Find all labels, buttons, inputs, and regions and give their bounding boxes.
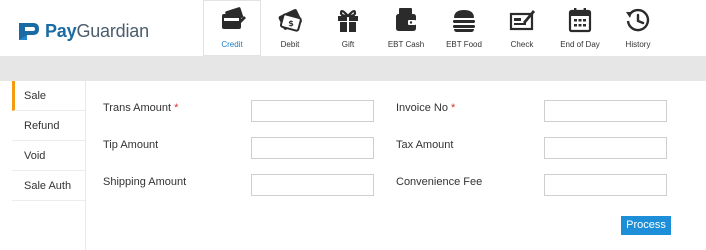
transaction-type-tabs: Credit $ Debit Gift EBT Cash EBT Food Ch… <box>203 0 667 56</box>
toolbar-strip <box>0 56 706 81</box>
tab-gift[interactable]: Gift <box>319 0 377 56</box>
debit-card-icon: $ <box>278 9 302 32</box>
shipping-amount-label: Shipping Amount <box>103 176 187 188</box>
check-icon <box>509 10 535 31</box>
ebt-cash-icon <box>396 8 416 31</box>
tab-label: EBT Food <box>446 40 482 49</box>
convenience-fee-input[interactable] <box>544 174 667 196</box>
required-indicator: * <box>174 102 179 114</box>
trans-amount-input[interactable] <box>251 100 374 122</box>
tab-label: Debit <box>280 40 300 49</box>
logo-mark-icon <box>19 23 39 40</box>
sidebar-item-void[interactable]: Void <box>12 141 85 171</box>
svg-text:$: $ <box>288 19 294 28</box>
calendar-icon <box>568 8 592 33</box>
invoice-no-label: Invoice No * <box>396 102 456 114</box>
sidebar-item-label: Void <box>24 150 46 162</box>
sidebar-item-sale-auth[interactable]: Sale Auth <box>12 171 85 201</box>
gift-icon <box>338 10 358 32</box>
tab-credit[interactable]: Credit <box>203 0 261 56</box>
tab-history[interactable]: History <box>609 0 667 56</box>
app-header: PayGuardian Credit $ Debit Gift EBT Cash… <box>0 0 706 56</box>
credit-card-icon <box>222 7 246 29</box>
convenience-fee-label: Convenience Fee <box>396 176 483 188</box>
tab-label: Check <box>510 40 534 49</box>
tab-label: Credit <box>221 40 243 49</box>
process-button[interactable]: Process <box>621 216 671 235</box>
tax-amount-label: Tax Amount <box>396 139 454 151</box>
tab-label: History <box>625 40 651 49</box>
invoice-no-input[interactable] <box>544 100 667 122</box>
tab-debit[interactable]: $ Debit <box>261 0 319 56</box>
sidebar-item-label: Refund <box>24 120 60 132</box>
tab-label: End of Day <box>560 40 600 49</box>
tab-ebt-food[interactable]: EBT Food <box>435 0 493 56</box>
history-icon <box>626 8 650 32</box>
tab-label: Gift <box>341 40 355 49</box>
sidebar-item-sale[interactable]: Sale <box>12 81 85 111</box>
tab-check[interactable]: Check <box>493 0 551 56</box>
tab-ebt-cash[interactable]: EBT Cash <box>377 0 435 56</box>
tip-amount-label: Tip Amount <box>103 139 159 151</box>
sidebar-item-refund[interactable]: Refund <box>12 111 85 141</box>
sidebar-item-label: Sale <box>24 90 47 102</box>
tip-amount-input[interactable] <box>251 137 374 159</box>
shipping-amount-input[interactable] <box>251 174 374 196</box>
ebt-food-icon <box>453 10 475 32</box>
required-indicator: * <box>451 102 456 114</box>
tab-label: EBT Cash <box>387 40 425 49</box>
tab-end-of-day[interactable]: End of Day <box>551 0 609 56</box>
brand-name: PayGuardian <box>45 20 149 41</box>
transaction-action-sidebar: Sale Refund Void Sale Auth <box>12 81 86 250</box>
tax-amount-input[interactable] <box>544 137 667 159</box>
payguardian-logo: PayGuardian <box>16 19 149 43</box>
trans-amount-label: Trans Amount * <box>103 102 179 114</box>
sidebar-item-label: Sale Auth <box>24 180 72 192</box>
